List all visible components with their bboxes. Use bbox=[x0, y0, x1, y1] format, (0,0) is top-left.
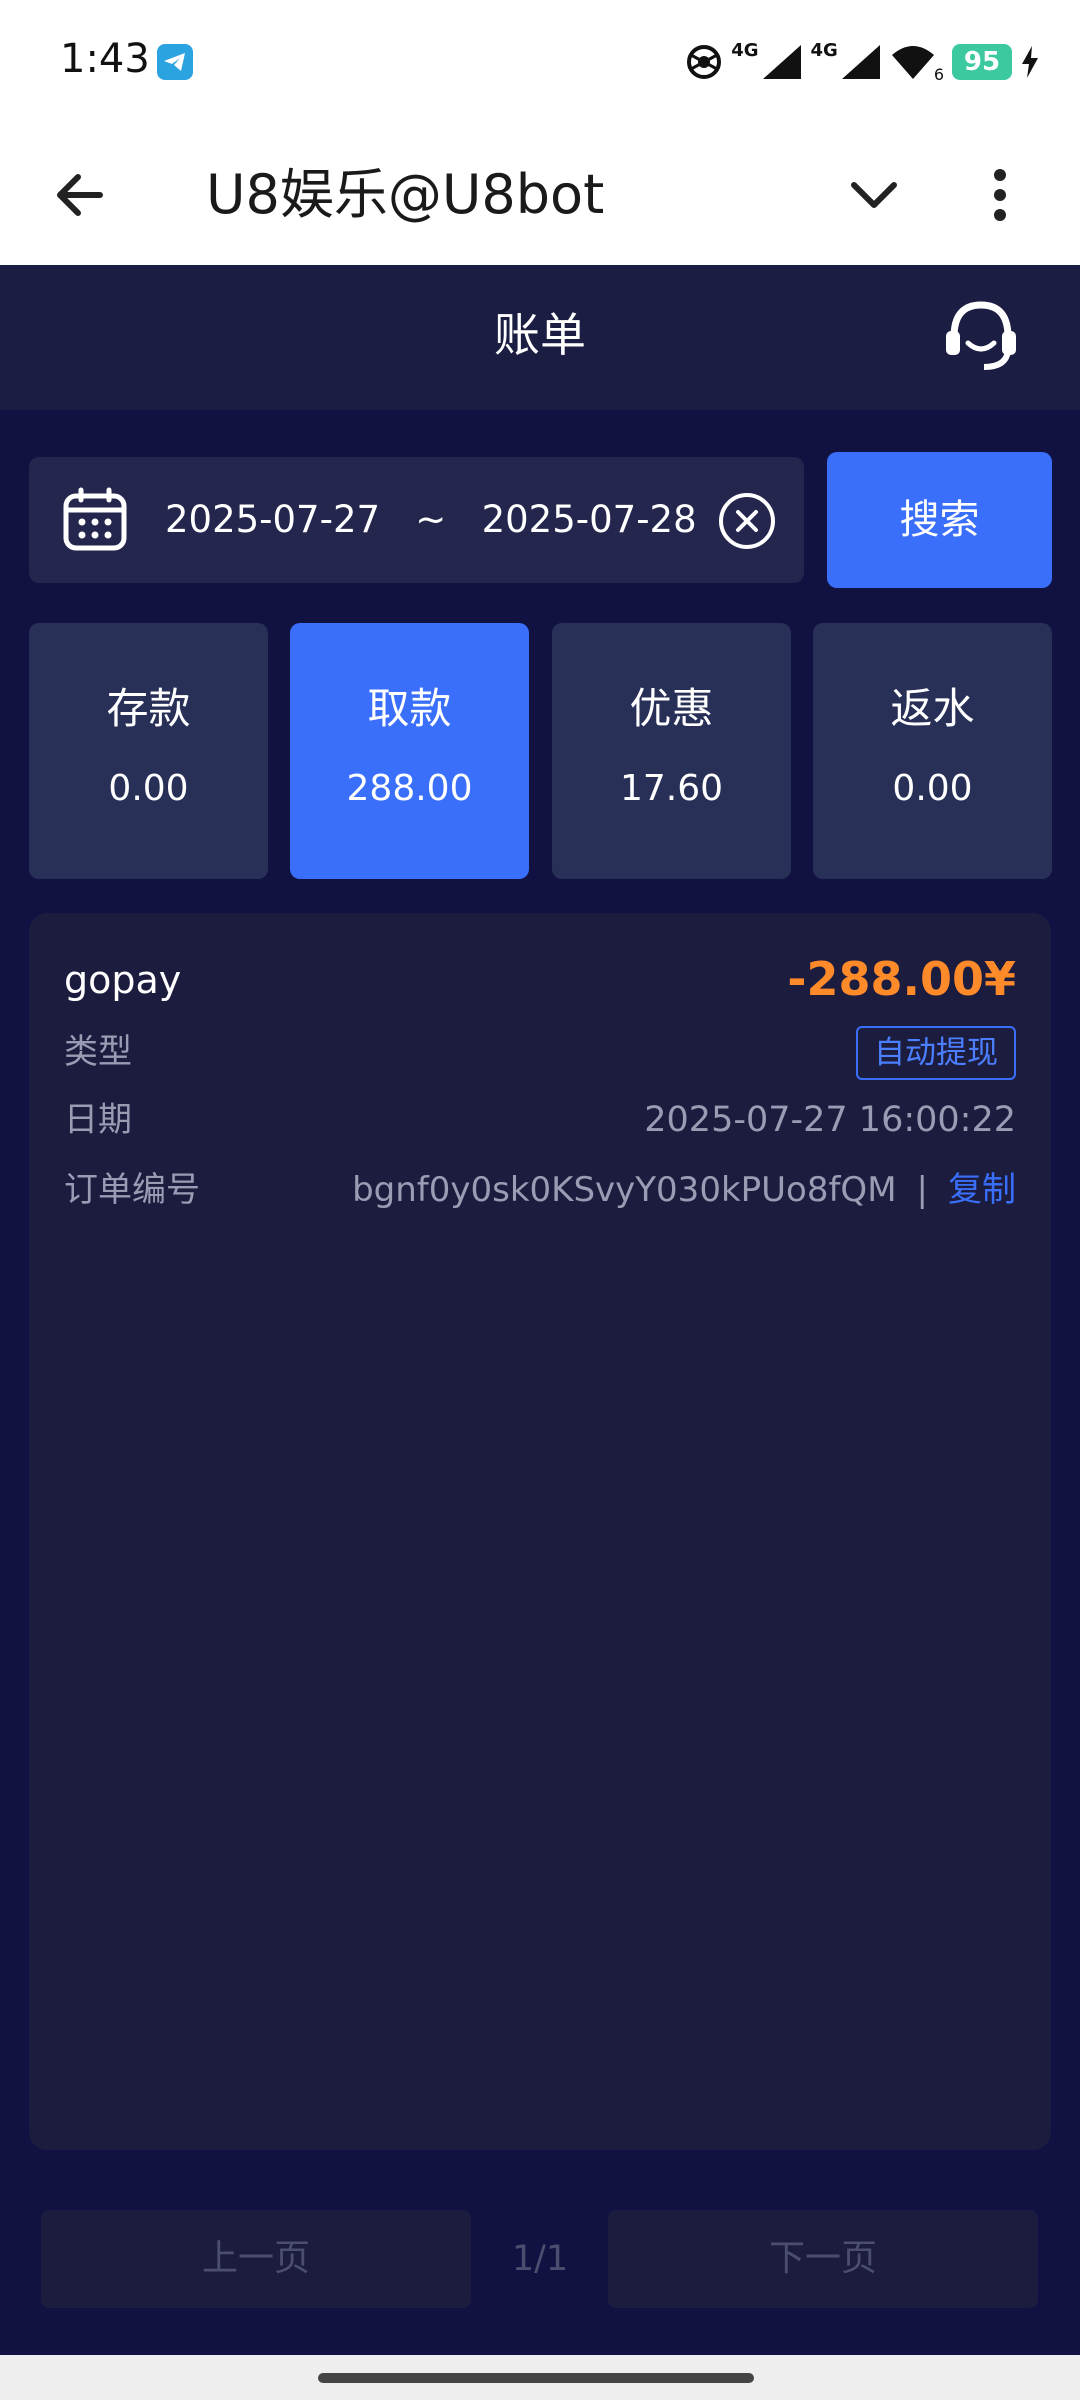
date-range-text: 2025-07-27 ~ 2025-07-28 bbox=[165, 498, 697, 541]
wifi-icon bbox=[891, 46, 934, 79]
prev-page-button[interactable]: 上一页 bbox=[41, 2210, 471, 2308]
search-button[interactable]: 搜索 bbox=[827, 452, 1052, 588]
record-list: gopay -288.00¥ 类型 自动提现 日期 2025-07-27 16:… bbox=[29, 913, 1051, 2150]
navigation-bar bbox=[0, 2355, 1080, 2400]
chevron-down-icon[interactable] bbox=[844, 165, 904, 225]
status-time: 1:43 bbox=[60, 36, 150, 82]
network-type-label: 4G bbox=[731, 39, 759, 61]
status-bar: 1:43 4G 4G 6 95 bbox=[0, 0, 1080, 125]
tab-value: 0.00 bbox=[892, 768, 973, 809]
tab-rebate[interactable]: 返水 0.00 bbox=[813, 623, 1052, 879]
tab-value: 17.60 bbox=[619, 768, 724, 809]
date-range-picker[interactable]: 2025-07-27 ~ 2025-07-28 bbox=[29, 457, 804, 583]
tab-value: 288.00 bbox=[346, 768, 473, 809]
tab-value: 0.00 bbox=[108, 768, 189, 809]
vpn-icon bbox=[687, 45, 722, 79]
webview: 账单 2025-07-27 ~ 2025-07-28 搜索 存款 0.00 取款… bbox=[0, 265, 1080, 2355]
record-amount: -288.00¥ bbox=[787, 952, 1016, 1006]
clear-icon[interactable] bbox=[717, 491, 777, 551]
page-header: 账单 bbox=[0, 265, 1080, 410]
back-arrow-icon[interactable] bbox=[48, 163, 112, 227]
payment-method: gopay bbox=[64, 958, 182, 1002]
status-icons: 4G 4G 6 95 bbox=[685, 38, 1040, 86]
home-handle[interactable] bbox=[318, 2373, 754, 2383]
order-separator: | bbox=[916, 1170, 928, 1210]
next-page-button[interactable]: 下一页 bbox=[608, 2210, 1038, 2308]
tab-label: 存款 bbox=[106, 684, 191, 733]
app-bar: U8娱乐@U8bot bbox=[0, 125, 1080, 265]
calendar-icon bbox=[63, 487, 127, 551]
telegram-icon bbox=[157, 44, 193, 80]
more-vert-icon[interactable] bbox=[980, 165, 1020, 225]
page-title: 账单 bbox=[494, 308, 586, 362]
tab-deposit[interactable]: 存款 0.00 bbox=[29, 623, 268, 879]
chat-title: U8娱乐@U8bot bbox=[206, 163, 605, 226]
copy-link[interactable]: 复制 bbox=[948, 1167, 1016, 1213]
cell-signal-icon bbox=[841, 45, 880, 79]
wifi-sub-label: 6 bbox=[933, 64, 944, 84]
order-number: bgnf0y0sk0KSvyY030kPUo8fQM bbox=[352, 1170, 897, 1210]
type-label: 类型 bbox=[64, 1032, 132, 1072]
date-label: 日期 bbox=[64, 1100, 132, 1140]
page-indicator: 1/1 bbox=[511, 2239, 569, 2279]
network-type-label: 4G bbox=[810, 39, 838, 61]
cell-signal-icon bbox=[762, 45, 801, 79]
tab-label: 取款 bbox=[367, 684, 452, 733]
order-number-row: bgnf0y0sk0KSvyY030kPUo8fQM | 复制 bbox=[352, 1167, 1016, 1213]
tab-label: 优惠 bbox=[629, 684, 714, 733]
order-label: 订单编号 bbox=[64, 1170, 200, 1210]
type-badge: 自动提现 bbox=[856, 1026, 1016, 1080]
tab-label: 返水 bbox=[890, 684, 975, 733]
headset-icon[interactable] bbox=[940, 295, 1022, 377]
tab-bonus[interactable]: 优惠 17.60 bbox=[552, 623, 791, 879]
date-value: 2025-07-27 16:00:22 bbox=[644, 1100, 1016, 1140]
tab-withdraw[interactable]: 取款 288.00 bbox=[290, 623, 529, 879]
battery-indicator: 95 bbox=[952, 44, 1012, 80]
charging-icon bbox=[1022, 46, 1038, 78]
